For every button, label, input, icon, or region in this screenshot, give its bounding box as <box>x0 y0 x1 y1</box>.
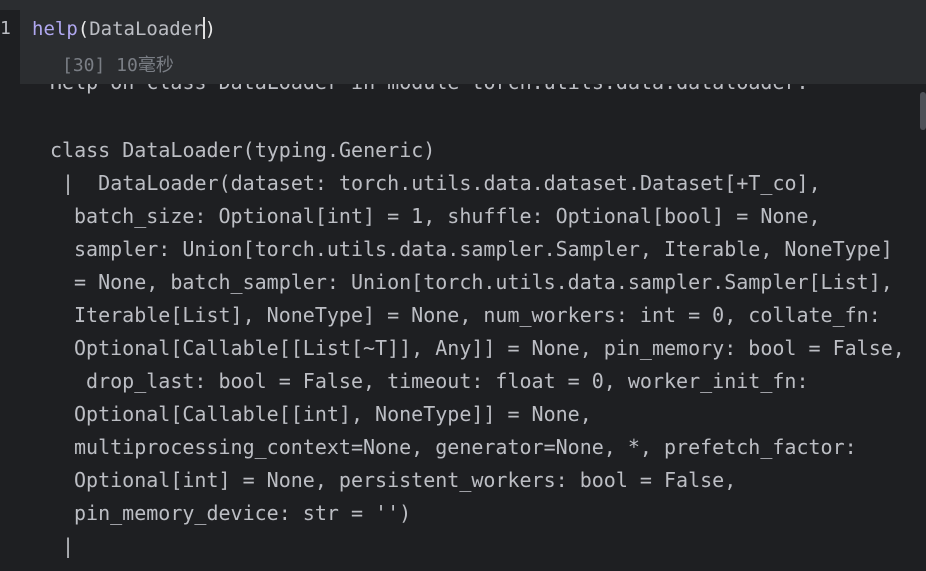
output-line: sampler: Union[torch.utils.data.sampler.… <box>74 237 893 261</box>
output-line: Optional[int] = None, persistent_workers… <box>74 468 737 492</box>
code-line[interactable]: help(DataLoader) <box>32 17 216 41</box>
output-line: | <box>50 534 75 558</box>
output-line: batch_size: Optional[int] = 1, shuffle: … <box>74 204 821 228</box>
output-line: pin_memory_device: str = '') <box>74 501 412 525</box>
execution-status-text: [30] 10毫秒 <box>62 55 174 76</box>
output-line: multiprocessing_context=None, generator=… <box>74 435 857 459</box>
output-line: = None, batch_sampler: Union[torch.utils… <box>74 270 893 294</box>
check-icon <box>36 56 120 97</box>
execution-status: [30] 10毫秒 <box>36 54 174 97</box>
output-line: Iterable[List], NoneType] = None, num_wo… <box>74 303 881 327</box>
output-partial-line: Help on class DataLoader in module torch… <box>50 84 850 94</box>
output-line: drop_last: bool = False, timeout: float … <box>74 369 809 393</box>
notebook-view: 1 help(DataLoader) [30] 10毫秒 Help on cla… <box>0 0 926 571</box>
output-line: | DataLoader(dataset: torch.utils.data.d… <box>50 171 821 195</box>
open-paren: ( <box>77 18 90 40</box>
output-line: class DataLoader(typing.Generic) <box>50 138 436 162</box>
previous-cell-strip <box>0 0 926 10</box>
close-paren: ) <box>204 18 217 40</box>
function-name: help <box>32 18 78 40</box>
output-line: Optional[Callable[[List[~T]], Any]] = No… <box>74 336 905 360</box>
output-partial-text: Help on class DataLoader in module torch… <box>50 84 809 94</box>
line-number: 1 <box>0 18 11 39</box>
output-line: Optional[Callable[[int], NoneType]] = No… <box>74 402 592 426</box>
function-argument: DataLoader <box>89 18 204 40</box>
output-scrollbar-thumb[interactable] <box>920 92 926 130</box>
